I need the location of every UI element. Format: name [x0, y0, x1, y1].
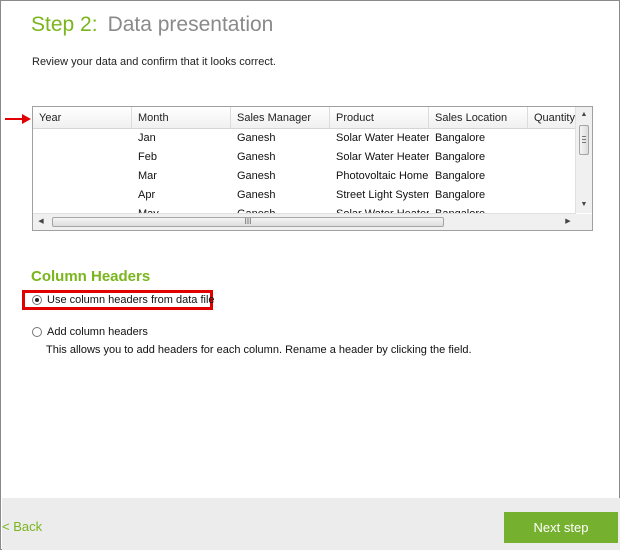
grip-line: [582, 136, 586, 137]
table-cell: Feb: [138, 151, 157, 163]
wizard-window: Step 2: Data presentation Review your dat…: [0, 0, 620, 550]
table-cell: Bangalore: [435, 132, 486, 144]
grip-line: [582, 139, 586, 140]
table-cell: Ganesh: [237, 151, 276, 163]
column-header-sales-location[interactable]: Sales Location: [429, 107, 528, 128]
add-headers-option[interactable]: Add column headers: [32, 326, 148, 338]
column-header-month[interactable]: Month: [132, 107, 231, 128]
table-cell: [33, 186, 132, 205]
red-arrow-icon: [5, 114, 31, 124]
table-cell: Photovoltaic Home: [336, 170, 429, 182]
table-cell: Ganesh: [237, 170, 276, 182]
grip-line: [582, 142, 586, 143]
vertical-scroll-thumb[interactable]: [579, 125, 589, 155]
use-headers-option[interactable]: Use column headers from data file: [32, 294, 215, 306]
scroll-left-icon[interactable]: ◀: [33, 214, 49, 230]
table-cell: Street Light System: [336, 189, 429, 201]
table-cell: Bangalore: [435, 151, 486, 163]
use-headers-label[interactable]: Use column headers from data file: [47, 294, 215, 306]
add-headers-description: This allows you to add headers for each …: [46, 344, 472, 356]
horizontal-scrollbar[interactable]: ◀ III ▶: [33, 213, 576, 230]
table-cell: Bangalore: [435, 170, 486, 182]
table-cell: [528, 186, 576, 205]
add-headers-label[interactable]: Add column headers: [47, 326, 148, 338]
use-headers-radio[interactable]: [32, 295, 42, 305]
table-cell: [528, 167, 576, 186]
column-header-product[interactable]: Product: [330, 107, 429, 128]
data-preview-grid[interactable]: Year Month Sales Manager Product Sales L…: [32, 106, 593, 231]
table-row[interactable]: Feb Ganesh Solar Water Heater Bangalore: [33, 148, 576, 167]
scroll-up-icon[interactable]: ▲: [576, 107, 592, 123]
table-cell: Ganesh: [237, 132, 276, 144]
step-title: Data presentation: [107, 13, 274, 36]
table-cell: Ganesh: [237, 189, 276, 201]
table-cell: Solar Water Heater: [336, 132, 429, 144]
table-cell: [33, 148, 132, 167]
table-row[interactable]: Apr Ganesh Street Light System Bangalore: [33, 186, 576, 205]
column-header-year[interactable]: Year: [33, 107, 132, 128]
vertical-scrollbar[interactable]: ▲ ▼: [575, 107, 592, 213]
column-header-sales-manager[interactable]: Sales Manager: [231, 107, 330, 128]
add-headers-radio[interactable]: [32, 327, 42, 337]
table-row[interactable]: Mar Ganesh Photovoltaic Home Bangalore: [33, 167, 576, 186]
column-header-quantity[interactable]: Quantity: [528, 107, 576, 128]
table-cell: Mar: [138, 170, 157, 182]
scroll-right-icon[interactable]: ▶: [560, 214, 576, 230]
table-cell: Apr: [138, 189, 156, 201]
scroll-down-icon[interactable]: ▼: [576, 197, 592, 213]
grid-header-row: Year Month Sales Manager Product Sales L…: [33, 107, 576, 129]
step-number: Step 2:: [31, 13, 98, 36]
table-cell: Jan: [138, 132, 156, 144]
page-title: Step 2: Data presentation: [31, 13, 273, 37]
table-cell: Solar Water Heater: [336, 151, 429, 163]
footer-bar: < Back Next step: [2, 498, 620, 550]
next-step-button[interactable]: Next step: [504, 512, 618, 543]
table-cell: [33, 167, 132, 186]
column-headers-title: Column Headers: [31, 268, 151, 285]
scrollbar-corner: [576, 214, 592, 230]
table-row[interactable]: Jan Ganesh Solar Water Heater Bangalore: [33, 129, 576, 148]
table-cell: [528, 129, 576, 148]
back-link[interactable]: < Back: [2, 519, 42, 534]
intro-text: Review your data and confirm that it loo…: [32, 56, 276, 68]
table-cell: [33, 129, 132, 148]
table-cell: Bangalore: [435, 189, 486, 201]
table-cell: [528, 148, 576, 167]
grid-rows: Jan Ganesh Solar Water Heater Bangalore …: [33, 129, 576, 215]
horizontal-scroll-thumb[interactable]: III: [52, 217, 444, 227]
